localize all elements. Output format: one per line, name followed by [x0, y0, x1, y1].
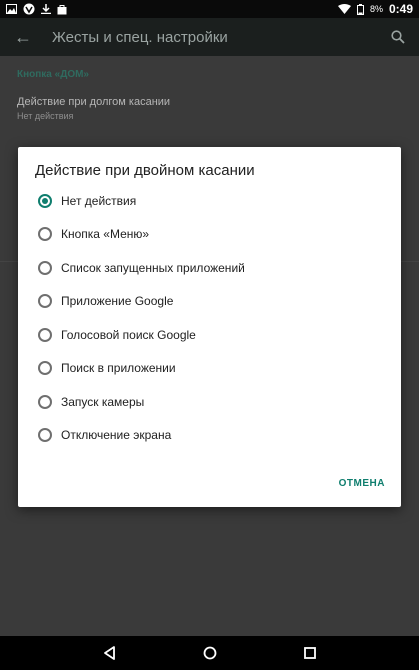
option-launch-camera[interactable]: Запуск камеры — [18, 385, 401, 419]
section-header: Кнопка «ДОМ» — [17, 69, 89, 80]
option-no-action[interactable]: Нет действия — [18, 184, 401, 218]
long-press-setting-title[interactable]: Действие при долгом касании — [17, 96, 170, 108]
status-bar: 8% 0:49 — [0, 0, 419, 18]
option-label: Запуск камеры — [61, 394, 145, 409]
option-in-app-search[interactable]: Поиск в приложении — [18, 352, 401, 386]
option-menu-button[interactable]: Кнопка «Меню» — [18, 218, 401, 252]
radio-button[interactable] — [38, 361, 52, 376]
nav-recents-icon[interactable] — [298, 645, 322, 661]
option-label: Кнопка «Меню» — [61, 227, 150, 242]
nav-back-icon[interactable] — [98, 645, 122, 661]
radio-button[interactable] — [38, 428, 52, 443]
option-label: Поиск в приложении — [61, 361, 176, 376]
nav-home-icon[interactable] — [198, 645, 222, 661]
status-icons-left — [6, 3, 67, 15]
radio-button[interactable] — [38, 327, 52, 342]
options-list: Нет действия Кнопка «Меню» Список запуще… — [18, 184, 401, 452]
wifi-icon — [337, 4, 351, 14]
back-arrow-icon[interactable]: ← — [14, 27, 52, 48]
battery-percent: 8% — [369, 4, 383, 14]
option-google-app[interactable]: Приложение Google — [18, 285, 401, 319]
radio-button[interactable] — [38, 294, 52, 309]
navigation-bar — [0, 636, 419, 670]
download-notification-icon — [41, 4, 51, 14]
radio-button[interactable] — [38, 260, 52, 275]
radio-button-checked[interactable] — [38, 193, 52, 208]
radio-button[interactable] — [38, 227, 52, 242]
double-tap-action-dialog: Действие при двойном касании Нет действи… — [18, 147, 401, 507]
page-title: Жесты и спец. настройки — [52, 28, 228, 46]
option-screen-off[interactable]: Отключение экрана — [18, 419, 401, 453]
clock: 0:49 — [388, 2, 413, 16]
gallery-notification-icon — [6, 4, 17, 14]
search-icon[interactable] — [391, 30, 405, 44]
option-label: Голосовой поиск Google — [61, 327, 196, 342]
option-label: Нет действия — [61, 193, 137, 208]
radio-button[interactable] — [38, 394, 52, 409]
status-icons-right: 8% 0:49 — [337, 2, 413, 16]
battery-icon — [356, 3, 364, 15]
long-press-setting-value: Нет действия — [17, 111, 74, 121]
dialog-title: Действие при двойном касании — [35, 162, 255, 179]
bag-notification-icon — [57, 4, 67, 14]
app-toolbar: ← Жесты и спец. настройки — [0, 18, 419, 56]
option-recent-apps[interactable]: Список запущенных приложений — [18, 251, 401, 285]
option-label: Приложение Google — [61, 294, 174, 309]
cancel-button[interactable]: ОТМЕНА — [339, 478, 385, 489]
option-google-voice-search[interactable]: Голосовой поиск Google — [18, 318, 401, 352]
app-notification-icon — [23, 3, 35, 15]
option-label: Список запущенных приложений — [61, 260, 245, 275]
option-label: Отключение экрана — [61, 428, 172, 443]
